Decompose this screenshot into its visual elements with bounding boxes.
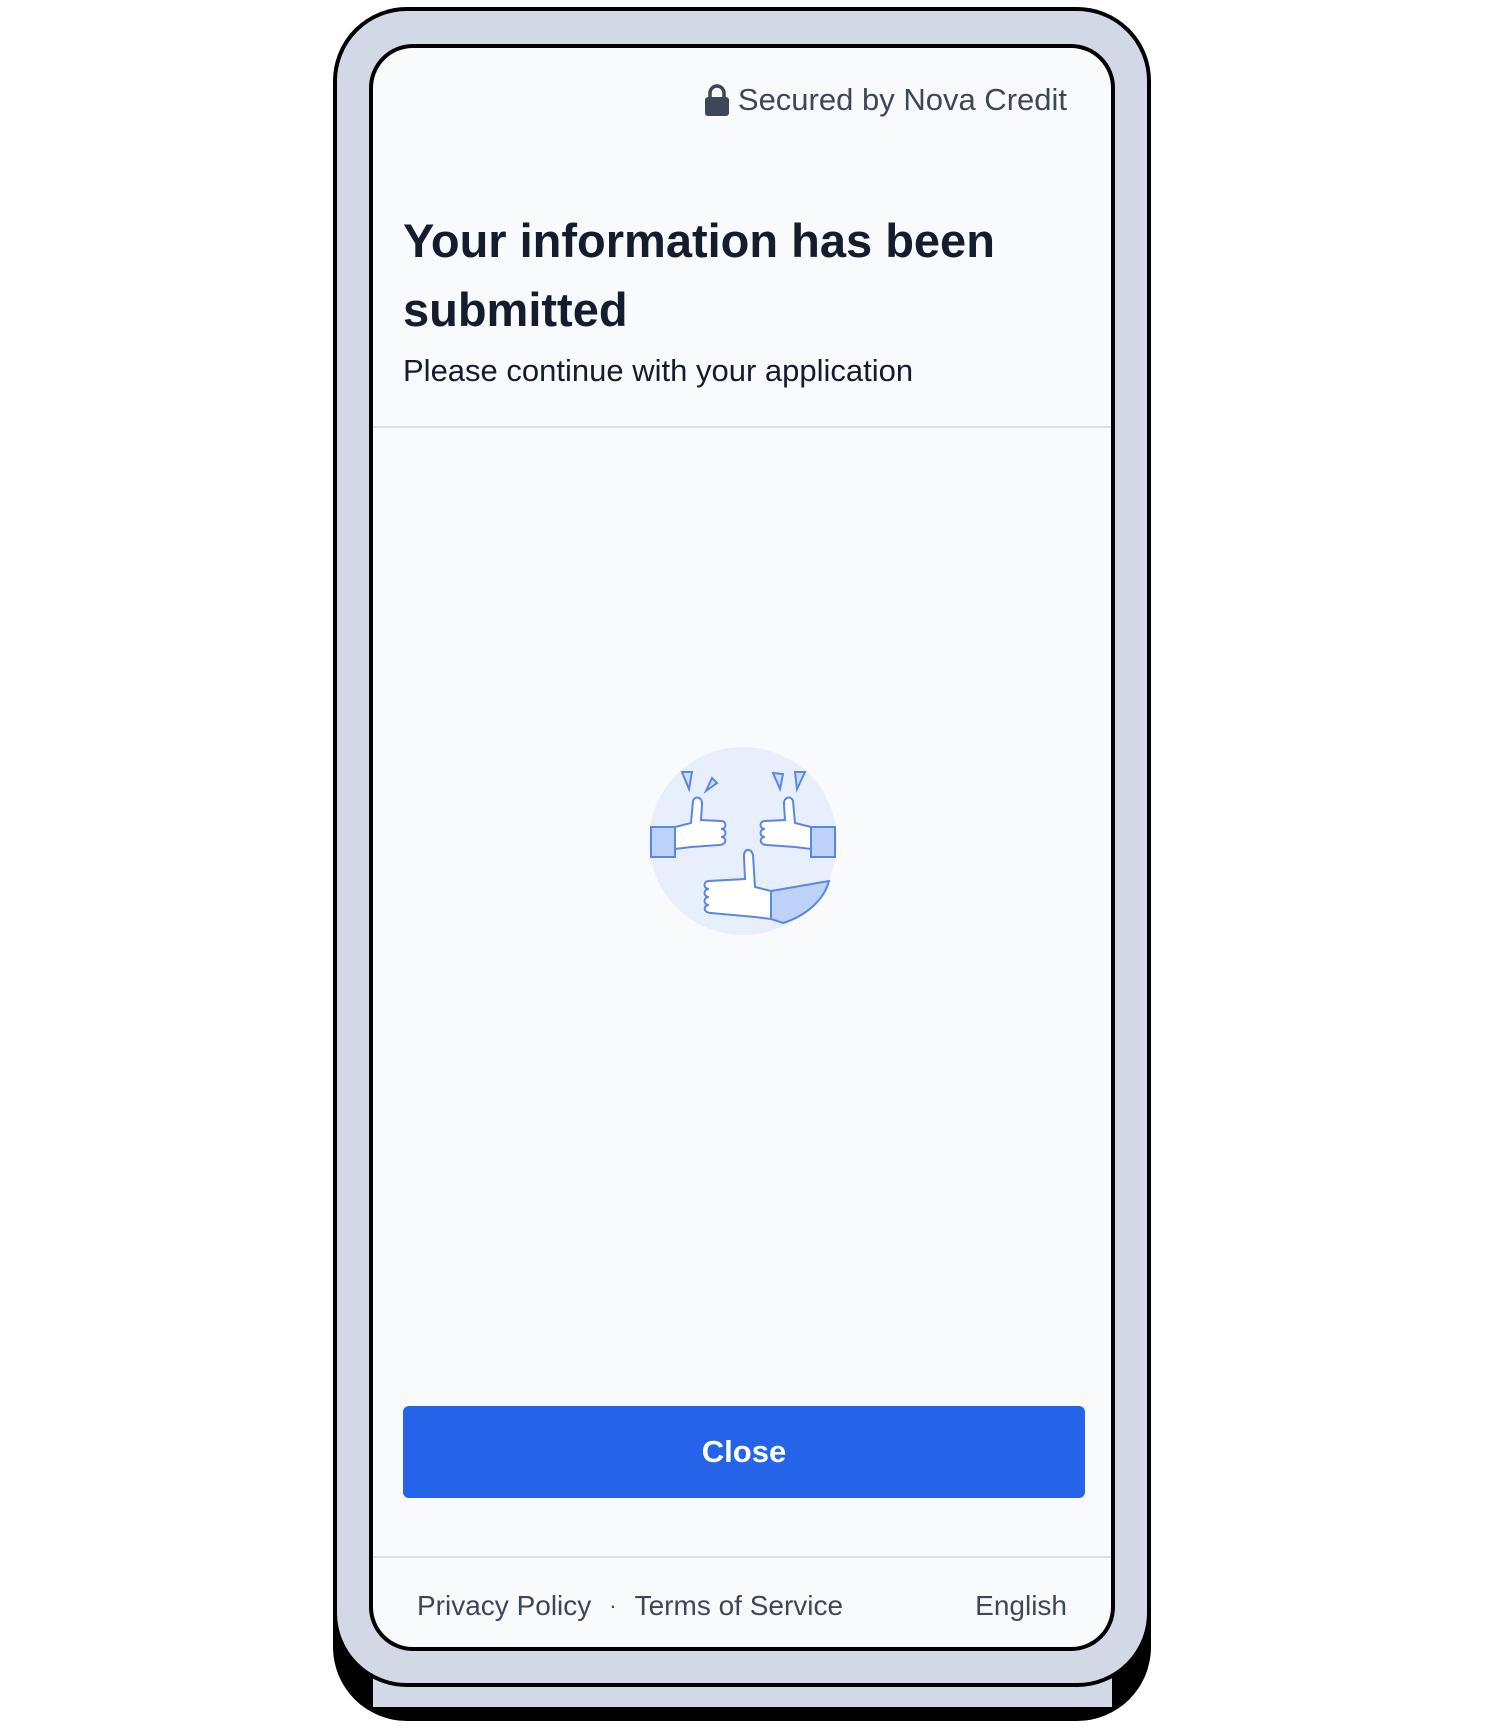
secured-label: Secured by Nova Credit xyxy=(737,82,1067,117)
page-title: Your information has been submitted xyxy=(403,214,995,336)
privacy-policy-link[interactable]: Privacy Policy xyxy=(417,1590,591,1622)
terms-of-service-link[interactable]: Terms of Service xyxy=(635,1590,844,1622)
footer-separator: · xyxy=(609,1593,617,1618)
page-subtitle: Please continue with your application xyxy=(403,353,914,388)
language-selector[interactable]: English xyxy=(975,1590,1067,1622)
header-divider xyxy=(373,426,1111,428)
footer-divider xyxy=(373,1556,1111,1558)
thumbs-up-illustration xyxy=(649,747,837,935)
close-button[interactable]: Close xyxy=(403,1406,1085,1498)
footer: Privacy Policy · Terms of Service Englis… xyxy=(417,1590,1067,1622)
secured-badge: Secured by Nova Credit xyxy=(702,82,1067,118)
lock-icon xyxy=(704,84,729,116)
phone-screen: Secured by Nova Credit Your information … xyxy=(369,44,1115,1651)
